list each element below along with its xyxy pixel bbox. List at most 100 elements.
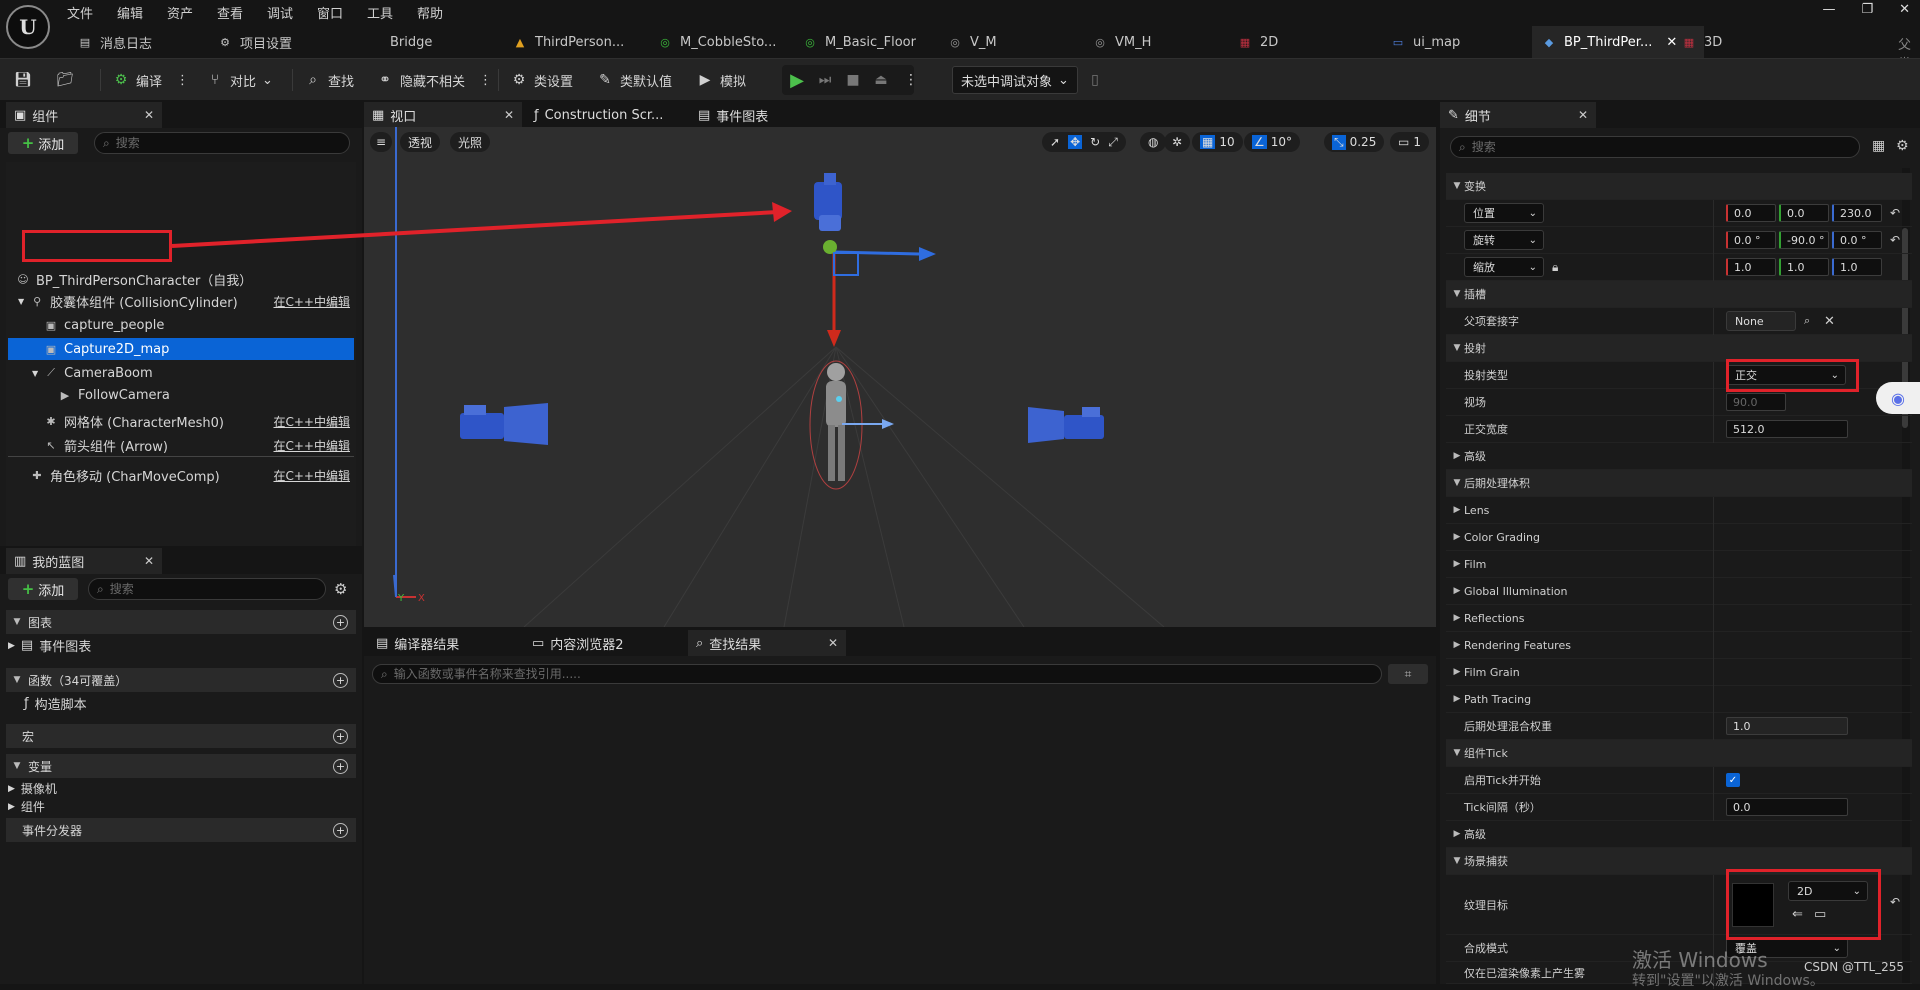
tick-start-checkbox[interactable]: ✓	[1726, 773, 1740, 787]
surface-snap-button[interactable]: ✲	[1164, 132, 1191, 152]
diff-button[interactable]: ⑂ 对比 ⌄	[206, 59, 273, 101]
more-icon[interactable]: ⋮	[479, 73, 492, 88]
move-icon[interactable]: ✥	[1068, 135, 1083, 149]
play-button[interactable]: ▶	[788, 59, 806, 101]
tab-find-results[interactable]: ⌕ 查找结果 ✕	[688, 630, 846, 656]
scale-z[interactable]: 1.0	[1832, 258, 1882, 276]
tab-construction-script[interactable]: ƒ Construction Scr...	[526, 102, 671, 128]
find-search[interactable]: ⌕	[372, 664, 1382, 684]
rotation-dropdown[interactable]: 旋转 ⌄	[1464, 230, 1544, 250]
tab-m-cobblestone[interactable]: ◎ M_CobbleSto...	[648, 26, 786, 58]
simulate-button[interactable]: ▶ 模拟	[696, 59, 746, 101]
scale-icon[interactable]: ⤢	[1108, 135, 1118, 150]
item-camera-category[interactable]: ▶ 摄像机	[8, 780, 57, 797]
component-tree-row[interactable]: ✱ 网格体 (CharacterMesh0) 在C++中编辑	[8, 410, 354, 432]
assistant-float-button[interactable]: ◉	[1876, 382, 1920, 414]
location-x[interactable]: 0.0	[1726, 204, 1776, 222]
category-postprocess[interactable]: ▼ 后期处理体积	[1446, 470, 1912, 497]
clear-icon[interactable]: ✕	[1824, 314, 1835, 329]
tab-vm-h[interactable]: ◎ VM_H	[1083, 26, 1161, 58]
add-member-button[interactable]: + 添加	[8, 578, 78, 600]
unreal-logo-icon[interactable]: U	[6, 5, 50, 49]
class-defaults-button[interactable]: ✎ 类默认值	[596, 59, 672, 101]
location-y[interactable]: 0.0	[1779, 204, 1829, 222]
menu-edit[interactable]: 编辑	[117, 3, 143, 22]
tab-bridge[interactable]: Bridge	[380, 26, 442, 58]
caret-down-icon[interactable]: ▼	[18, 297, 24, 306]
menu-tools[interactable]: 工具	[367, 3, 393, 22]
menu-debug[interactable]: 调试	[267, 3, 293, 22]
tab-v-m[interactable]: ◎ V_M	[938, 26, 1007, 58]
component-tree-row[interactable]: ☺ BP_ThirdPersonCharacter（自我）	[8, 268, 354, 290]
section-graphs[interactable]: ▼ 图表 +	[6, 610, 356, 634]
close-icon[interactable]: ✕	[504, 108, 514, 122]
component-tree-row[interactable]: ▼ ⟋ CameraBoom	[8, 362, 354, 384]
scale-dropdown[interactable]: 缩放 ⌄	[1464, 257, 1544, 277]
component-tree-row[interactable]: ▶ FollowCamera	[8, 384, 354, 406]
hide-unrelated-button[interactable]: ⚭ 隐藏不相关 ⋮	[376, 59, 492, 101]
compile-button[interactable]: ⚙ 编译 ⋮	[112, 59, 189, 101]
stop-button[interactable]: ■	[844, 59, 862, 101]
category-component-tick[interactable]: ▼ 组件Tick	[1446, 740, 1912, 767]
section-variables[interactable]: ▼ 变量 +	[6, 754, 356, 778]
close-icon[interactable]: ✕	[144, 554, 154, 568]
camera-speed-button[interactable]: ▭ 1	[1390, 132, 1429, 152]
close-window-icon[interactable]: ✕	[1899, 2, 1910, 17]
add-circle-icon[interactable]: +	[333, 614, 348, 630]
add-component-button[interactable]: + 添加	[8, 132, 78, 154]
tab-viewport[interactable]: ▦ 视口 ✕	[364, 102, 522, 128]
menu-help[interactable]: 帮助	[417, 3, 443, 22]
add-circle-icon[interactable]: +	[333, 728, 348, 744]
table-view-icon[interactable]: ▦	[1872, 138, 1885, 154]
pp-blend-value[interactable]: 1.0	[1726, 717, 1848, 735]
select-icon[interactable]: ➚	[1050, 135, 1060, 149]
save-button[interactable]: 💾︎	[14, 59, 32, 101]
category-transform[interactable]: ▼ 变换	[1446, 173, 1912, 200]
item-event-graph[interactable]: ▶ ▤ 事件图表	[8, 636, 91, 655]
location-z[interactable]: 230.0	[1832, 204, 1882, 222]
rotation-z[interactable]: 0.0 °	[1832, 231, 1882, 249]
find-search-input[interactable]	[393, 667, 1381, 681]
close-icon[interactable]: ✕	[1578, 108, 1588, 122]
item-components-category[interactable]: ▶ 组件	[8, 798, 45, 815]
tab-components[interactable]: ▣ 组件 ✕	[6, 102, 162, 128]
postprocess-subcategory[interactable]: ▶ Film	[1446, 551, 1912, 578]
caret-down-icon[interactable]: ▼	[32, 369, 38, 378]
reset-icon[interactable]: ↶	[1890, 895, 1900, 909]
viewport-menu-button[interactable]: ≡	[370, 132, 392, 152]
tab-event-graph[interactable]: ▤ 事件图表	[690, 102, 776, 128]
menu-view[interactable]: 查看	[217, 3, 243, 22]
tab-compiler-results[interactable]: ▤ 编译器结果	[368, 630, 467, 656]
reset-icon[interactable]: ↶	[1890, 206, 1900, 220]
postprocess-subcategory[interactable]: ▶ Path Tracing	[1446, 686, 1912, 713]
section-event-dispatchers[interactable]: 事件分发器 +	[6, 818, 356, 842]
minimize-icon[interactable]: —	[1822, 2, 1835, 17]
gear-icon[interactable]: ⚙	[1896, 138, 1909, 154]
rotation-x[interactable]: 0.0 °	[1726, 231, 1776, 249]
lock-icon[interactable]: 🔒︎	[1552, 260, 1558, 275]
perspective-button[interactable]: 透视	[400, 132, 441, 152]
postprocess-subcategory[interactable]: ▶ Film Grain	[1446, 659, 1912, 686]
gear-icon[interactable]: ⚙	[334, 580, 347, 598]
category-sockets[interactable]: ▼ 插槽	[1446, 281, 1912, 308]
scale-y[interactable]: 1.0	[1779, 258, 1829, 276]
play-options-button[interactable]: ⋮	[902, 59, 920, 101]
reset-icon[interactable]: ↶	[1890, 233, 1900, 247]
step-button[interactable]: ⏭︎	[816, 59, 834, 101]
socket-browse-icon[interactable]: ⌕	[1804, 314, 1810, 328]
blueprint-search[interactable]: ⌕	[88, 578, 326, 600]
rotate-icon[interactable]: ↻	[1090, 135, 1100, 149]
tab-message-log[interactable]: ▤ 消息日志	[68, 26, 162, 58]
menu-assets[interactable]: 资产	[167, 3, 193, 22]
lit-button[interactable]: 光照	[450, 132, 491, 152]
scale-x[interactable]: 1.0	[1726, 258, 1776, 276]
debug-browse-button[interactable]: ▯	[1086, 59, 1104, 101]
tab-thirdperson-level[interactable]: ▲ ThirdPerson...	[503, 26, 634, 58]
category-projection[interactable]: ▼ 投射	[1446, 335, 1912, 362]
postprocess-subcategory[interactable]: ▶ Reflections	[1446, 605, 1912, 632]
add-circle-icon[interactable]: +	[333, 822, 348, 838]
grid-snap-button[interactable]: ▦ 10	[1192, 132, 1243, 152]
edit-in-cpp-link[interactable]: 在C++中编辑	[274, 467, 351, 484]
details-search[interactable]: ⌕	[1450, 136, 1860, 158]
tab-m-basic-floor[interactable]: ◎ M_Basic_Floor	[793, 26, 926, 58]
